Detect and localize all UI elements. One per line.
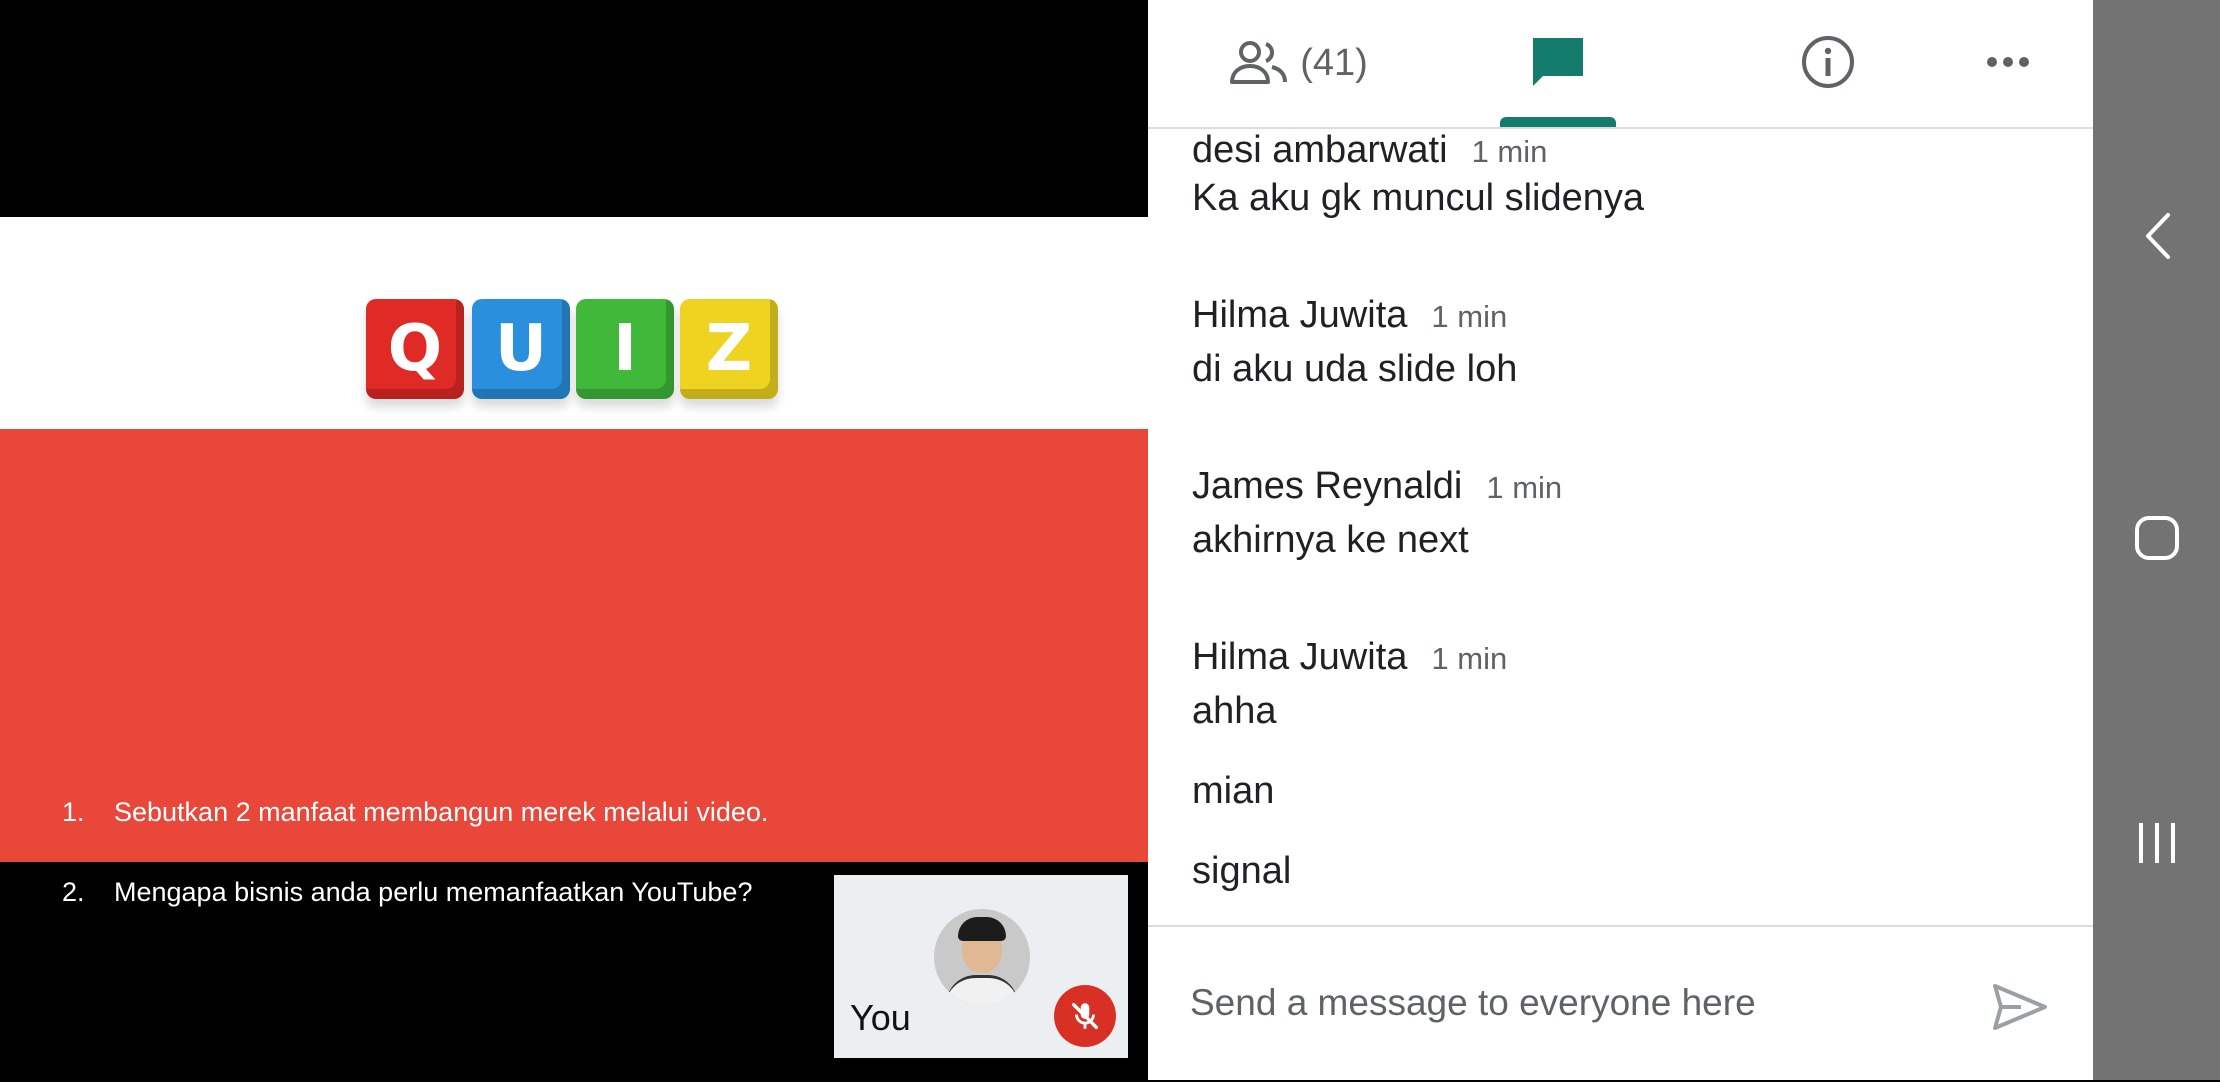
message-sender: James Reynaldi [1192,465,1463,507]
quiz-block-i: I [576,299,674,399]
question-number: 2. [62,877,85,907]
recents-icon [2135,820,2179,870]
message-time: 1 min [1431,641,1508,676]
more-icon [1985,54,2031,73]
message-sender: Hilma Juwita [1192,294,1408,336]
quiz-block-u: U [472,299,570,399]
send-button[interactable] [1988,979,2052,1039]
recents-button[interactable] [2093,795,2220,895]
chat-panel: (41) desi ambarwati 1 min Ka aku gk munc… [1148,0,2093,1080]
self-view-name: You [850,997,911,1038]
tab-more[interactable] [1968,0,2048,127]
tab-chat[interactable] [1488,0,1628,127]
message-text: signal [1192,850,1292,892]
participant-count: (41) [1300,42,1368,84]
message-time: 1 min [1486,470,1563,505]
slide-body: 1. Sebutkan 2 manfaat membangun merek me… [0,429,1148,907]
message-text: akhirnya ke next [1192,519,1469,561]
message-time: 1 min [1471,134,1548,169]
quiz-block-z: Z [680,299,778,399]
tab-info[interactable] [1788,0,1868,127]
tab-people[interactable]: (41) [1218,0,1378,127]
presentation-stage: Q U I Z 1. Sebutkan 2 manfaat membangun … [0,0,1148,1080]
message-header: Hilma Juwita 1 min [1192,636,1507,679]
active-tab-indicator [1500,117,1616,127]
message-sender: Hilma Juwita [1192,636,1408,678]
send-icon [1991,982,2049,1036]
question-item: 1. Sebutkan 2 manfaat membangun merek me… [62,797,768,828]
home-button[interactable] [2093,490,2220,590]
info-icon [1800,34,1856,94]
message-text: mian [1192,770,1275,812]
question-text: Sebutkan 2 manfaat membangun merek melal… [114,797,769,827]
panel-tabs: (41) [1148,0,2093,129]
avatar [934,909,1030,1005]
message-composer [1148,925,2093,1082]
mic-off-icon[interactable] [1054,985,1116,1047]
question-item: 2. Mengapa bisnis anda perlu memanfaatka… [62,877,752,908]
message-header: James Reynaldi 1 min [1192,465,1562,508]
chat-icon [1529,34,1587,94]
slide-header: Q U I Z [0,217,1148,429]
message-time: 1 min [1431,299,1508,334]
question-text: Mengapa bisnis anda perlu memanfaatkan Y… [114,877,753,907]
back-icon [2142,211,2172,265]
message-list[interactable]: desi ambarwati 1 min Ka aku gk muncul sl… [1148,129,2093,926]
quiz-block-q: Q [366,299,464,399]
quiz-logo: Q U I Z [334,277,814,407]
message-text: di aku uda slide loh [1192,348,1518,390]
message-sender: desi ambarwati [1192,129,1448,171]
back-button[interactable] [2093,188,2220,288]
question-number: 1. [62,797,85,827]
people-icon [1228,38,1290,90]
message-header: desi ambarwati 1 min [1192,129,1547,172]
message-text: Ka aku gk muncul slidenya [1192,177,1645,219]
home-icon [2133,514,2181,566]
message-header: Hilma Juwita 1 min [1192,294,1507,337]
message-input[interactable] [1188,967,1972,1039]
system-nav-bar [2093,0,2220,1080]
presentation-slide: Q U I Z 1. Sebutkan 2 manfaat membangun … [0,217,1148,907]
message-text: ahha [1192,690,1277,732]
self-view-tile[interactable]: You [834,875,1128,1058]
